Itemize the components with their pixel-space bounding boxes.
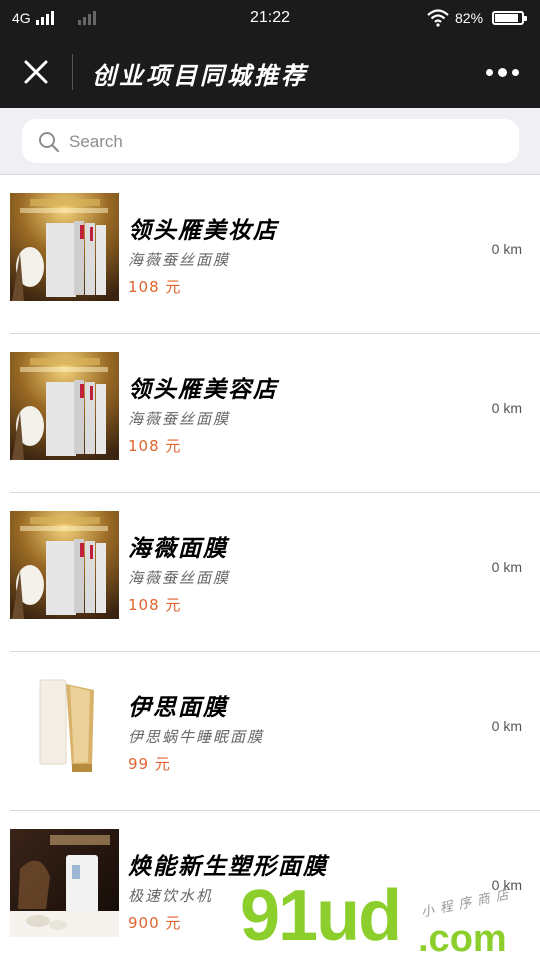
product-price: 108 元	[128, 278, 182, 296]
product-description: 海薇蚕丝面膜	[128, 251, 231, 269]
search-input[interactable]	[67, 127, 491, 157]
search-area	[0, 108, 540, 175]
search-box[interactable]	[22, 119, 519, 163]
product-price: 108 元	[128, 437, 182, 455]
battery-fill	[495, 14, 518, 22]
product-price: 99 元	[128, 755, 171, 773]
search-icon	[39, 132, 60, 153]
store-list-item[interactable]: 领头雁美妆店海薇蚕丝面膜 108 元 0 km	[10, 175, 540, 334]
store-list: 领头雁美妆店 海薇蚕丝面膜 108 元0 km 领头雁美容店 海薇蚕丝面膜 108 元0 …	[0, 175, 540, 969]
product-thumbnail	[10, 193, 119, 301]
distance-label: 0 km	[491, 400, 522, 416]
nav-bar: 创业项目同城推荐	[0, 36, 540, 108]
wifi-icon	[427, 9, 449, 27]
store-name: 领头雁美妆店	[128, 217, 278, 244]
store-name: 海薇面膜	[128, 535, 228, 562]
nav-divider	[72, 54, 73, 90]
product-price: 900 元	[128, 914, 182, 932]
status-bar: 4G 21:22 82%	[0, 0, 540, 36]
distance-label: 0 km	[491, 877, 522, 893]
store-name: 领头雁美容店	[128, 376, 278, 403]
product-thumbnail	[10, 352, 119, 460]
page-title: 创业项目同城推荐	[92, 61, 308, 90]
store-name: 伊思面膜	[128, 694, 228, 721]
product-description: 伊思蜗牛睡眠面膜	[128, 728, 265, 746]
distance-label: 0 km	[491, 559, 522, 575]
distance-label: 0 km	[491, 718, 522, 734]
store-list-item[interactable]: 海薇面膜海薇蚕丝面膜 108 元 0 km	[10, 493, 540, 652]
product-price: 108 元	[128, 596, 182, 614]
battery-icon	[492, 11, 527, 25]
product-thumbnail	[10, 511, 119, 619]
battery-percent: 82%	[455, 10, 484, 26]
product-description: 海薇蚕丝面膜	[128, 569, 231, 587]
store-list-item[interactable]: 焕能新生塑形面膜极速饮水机 900 元 0 km	[10, 811, 540, 969]
product-description: 极速饮水机	[128, 887, 214, 905]
distance-label: 0 km	[491, 241, 522, 257]
store-list-item[interactable]: 领头雁美容店海薇蚕丝面膜 108 元 0 km	[10, 334, 540, 493]
product-description: 海薇蚕丝面膜	[128, 410, 231, 428]
more-options-icon[interactable]	[486, 66, 522, 78]
store-list-item[interactable]: 伊思面膜伊思蜗牛睡眠面膜 99 元 0 km	[10, 652, 540, 811]
close-icon[interactable]	[22, 58, 50, 86]
product-thumbnail	[10, 829, 119, 937]
store-name: 焕能新生塑形面膜	[128, 853, 328, 880]
product-thumbnail	[10, 670, 119, 778]
